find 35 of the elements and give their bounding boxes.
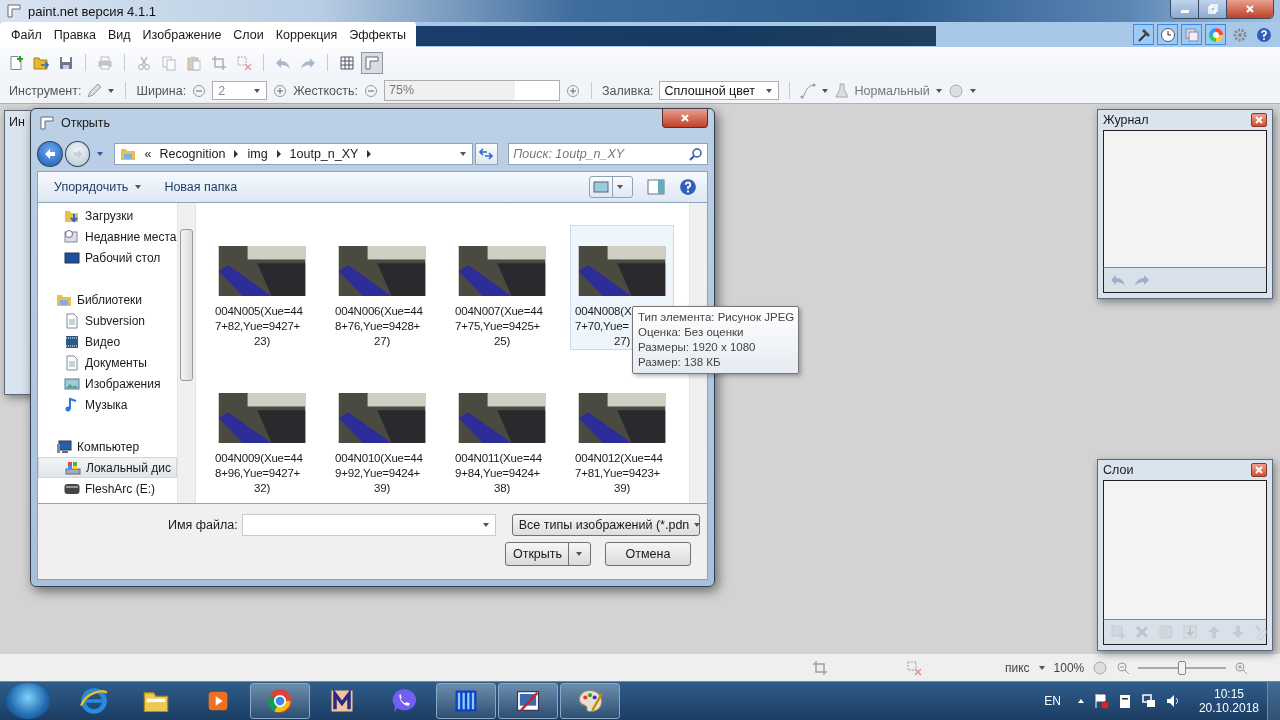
file-name: 8+76,Yue=9428+ [335,319,421,334]
file-name: 8+96,Yue=9427+ [215,466,301,481]
file-name: 7+75,Yue=9425+ [455,319,541,334]
panel-title: Журнал [1103,113,1149,127]
file-name: 004N010(Xue=44 [335,451,423,466]
file-name: 23) [254,334,270,349]
fill-label: Заливка: [602,83,654,98]
width-label: Ширина: [136,83,187,98]
file-name: 004N012(Xue=44 [575,451,663,466]
hardness-label: Жесткость: [293,83,358,98]
file-name: 9+84,Yue=9424+ [455,466,541,481]
window-title: paint.net версия 4.1.1 [28,3,157,19]
file-name: 004N009(Xue=44 [215,451,303,466]
file-name: 004N005(Xue=44 [215,304,303,319]
file-name: 39) [374,481,390,496]
file-name: 7+70,Yue= [575,319,629,334]
file-name: 39) [614,481,630,496]
panel-title: Слои [1103,463,1134,477]
file-name: 004N011(Xue=44 [455,451,542,466]
file-name: 004N008(X [575,304,632,319]
file-name: 004N007(Xue=44 [455,304,543,319]
file-name: 7+81,Yue=9423+ [575,466,661,481]
file-name-label: Имя файла: [168,518,238,532]
file-name: 9+92,Yue=9424+ [335,466,421,481]
dialog-title: Открыть [61,116,111,130]
panel-title: Ин [9,115,26,129]
file-name: 32) [254,481,270,496]
file-name: 004N006(Xue=44 [335,304,423,319]
tool-label: Инструмент: [9,83,82,98]
file-name: 27) [614,334,630,349]
file-name: 27) [374,334,390,349]
file-name: 7+82,Yue=9427+ [215,319,301,334]
file-info-tooltip: Тип элемента: Рисунок JPEG Оценка: Без оценки Размеры: 1920 x 1080 Размер: 138 КБ [632,306,799,374]
file-name: 38) [494,481,510,496]
file-name: 25) [494,334,510,349]
